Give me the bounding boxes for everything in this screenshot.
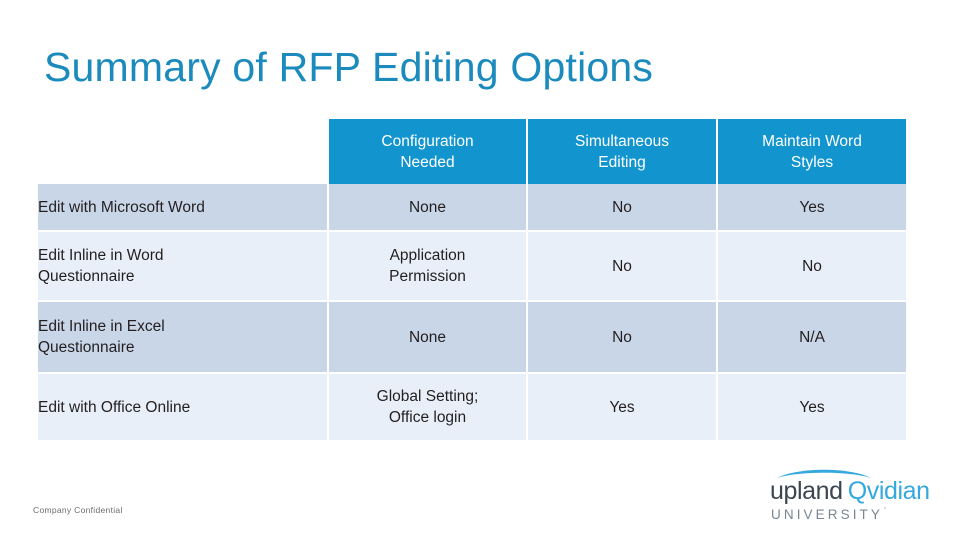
cell-configuration-needed: None	[329, 184, 528, 232]
cell-configuration-needed: None	[329, 302, 528, 374]
cell-simultaneous-editing: No	[528, 302, 718, 374]
column-header-simultaneous-editing: Simultaneous Editing	[528, 119, 718, 184]
cell-maintain-word-styles: No	[718, 232, 906, 302]
table-row: Edit Inline in Excel Questionnaire None …	[38, 302, 906, 374]
row-label-edit-with-office-online: Edit with Office Online	[38, 374, 329, 440]
upland-qvidian-university-logo: upland Qvidian UNIVERSITYˇ	[770, 468, 942, 530]
logo-university-text: UNIVERSITY	[771, 507, 884, 522]
cell-maintain-word-styles: N/A	[718, 302, 906, 374]
row-label-edit-inline-in-word-questionnaire: Edit Inline in Word Questionnaire	[38, 232, 329, 302]
logo-wordmark: upland Qvidian	[770, 476, 942, 506]
column-header-configuration-needed: Configuration Needed	[329, 119, 528, 184]
table-header-row: Configuration Needed Simultaneous Editin…	[38, 119, 906, 184]
cell-configuration-needed: Global Setting; Office login	[329, 374, 528, 440]
confidentiality-note: Company Confidential	[33, 505, 123, 515]
cell-simultaneous-editing: No	[528, 232, 718, 302]
table-corner-cell	[38, 119, 329, 184]
cell-simultaneous-editing: No	[528, 184, 718, 232]
table-header: Configuration Needed Simultaneous Editin…	[38, 119, 906, 184]
cell-maintain-word-styles: Yes	[718, 374, 906, 440]
cell-maintain-word-styles: Yes	[718, 184, 906, 232]
cell-configuration-needed: Application Permission	[329, 232, 528, 302]
row-label-edit-with-microsoft-word: Edit with Microsoft Word	[38, 184, 329, 232]
logo-subtitle-row: UNIVERSITYˇ	[771, 506, 886, 524]
logo-trademark-mark: ˇ	[884, 507, 887, 515]
logo-upland-text: upland	[770, 477, 843, 505]
cell-simultaneous-editing: Yes	[528, 374, 718, 440]
table-row: Edit Inline in Word Questionnaire Applic…	[38, 232, 906, 302]
table-body: Edit with Microsoft Word None No Yes Edi…	[38, 184, 906, 440]
column-header-maintain-word-styles: Maintain Word Styles	[718, 119, 906, 184]
page-title: Summary of RFP Editing Options	[44, 44, 654, 90]
table-row: Edit with Microsoft Word None No Yes	[38, 184, 906, 232]
table-row: Edit with Office Online Global Setting; …	[38, 374, 906, 440]
rfp-editing-options-table: Configuration Needed Simultaneous Editin…	[38, 119, 906, 440]
logo-qvidian-text: Qvidian	[847, 477, 930, 505]
row-label-edit-inline-in-excel-questionnaire: Edit Inline in Excel Questionnaire	[38, 302, 329, 374]
